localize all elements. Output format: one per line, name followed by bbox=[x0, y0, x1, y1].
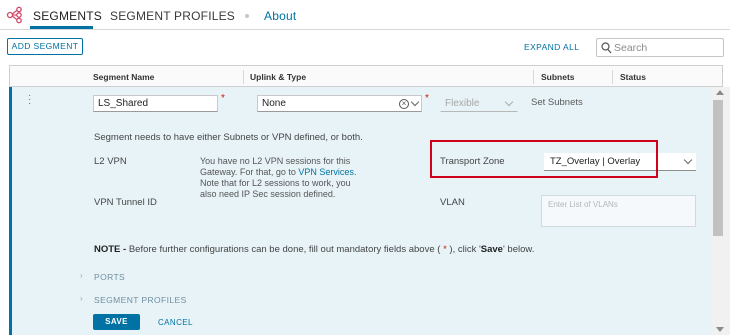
search-icon bbox=[601, 42, 612, 54]
ports-section-toggle[interactable]: PORTS bbox=[94, 272, 125, 282]
note-prefix: NOTE - bbox=[94, 244, 127, 255]
l2vpn-desc-line: Note that for L2 sessions to work, you bbox=[200, 178, 351, 188]
cancel-button[interactable]: CANCEL bbox=[158, 318, 193, 327]
column-header-uplink-type[interactable]: Uplink & Type bbox=[250, 72, 306, 82]
l2vpn-desc-line: . bbox=[353, 167, 357, 177]
l2vpn-desc-line: also need IP Sec session defined. bbox=[200, 189, 336, 199]
segments-network-icon bbox=[6, 6, 22, 24]
table-header: Segment Name Uplink & Type Subnets Statu… bbox=[9, 65, 723, 87]
l2vpn-desc-line: Gateway. For that, go to bbox=[200, 167, 296, 177]
tab-segment-profiles[interactable]: SEGMENT PROFILES bbox=[110, 9, 235, 23]
expand-all-button[interactable]: EXPAND ALL bbox=[524, 42, 579, 52]
tab-segments[interactable]: SEGMENTS bbox=[33, 9, 102, 23]
type-value: Flexible bbox=[445, 98, 480, 109]
column-header-subnets[interactable]: Subnets bbox=[541, 72, 575, 82]
tab-about[interactable]: About bbox=[264, 9, 296, 23]
l2vpn-description: You have no L2 VPN sessions for this Gat… bbox=[200, 156, 360, 200]
note-text: Before further configurations can be don… bbox=[126, 244, 444, 255]
active-tab-indicator bbox=[30, 26, 93, 29]
search-field[interactable] bbox=[596, 38, 724, 57]
required-marker: * bbox=[425, 93, 429, 104]
subnet-vpn-message: Segment needs to have either Subnets or … bbox=[94, 132, 363, 143]
add-segment-button[interactable]: ADD SEGMENT bbox=[7, 38, 83, 55]
vpn-services-link[interactable]: VPN Services bbox=[298, 167, 354, 177]
vpn-tunnel-id-label: VPN Tunnel ID bbox=[94, 197, 157, 208]
column-divider bbox=[533, 70, 534, 84]
expand-caret-icon[interactable]: › bbox=[80, 271, 83, 280]
segment-profiles-section-toggle[interactable]: SEGMENT PROFILES bbox=[94, 295, 187, 305]
note-save-word: Save bbox=[480, 244, 503, 255]
save-button[interactable]: SAVE bbox=[93, 314, 140, 330]
set-subnets-link[interactable]: Set Subnets bbox=[531, 97, 583, 108]
expand-caret-icon[interactable]: › bbox=[80, 294, 83, 303]
row-actions-icon[interactable]: · · · bbox=[28, 91, 32, 109]
vlan-field[interactable] bbox=[541, 195, 696, 227]
vlan-input[interactable] bbox=[542, 196, 695, 226]
top-navigation: SEGMENTS SEGMENT PROFILES About bbox=[0, 0, 730, 30]
uplink-select[interactable]: None bbox=[257, 95, 422, 112]
l2vpn-desc-line: You have no L2 VPN sessions for this bbox=[200, 156, 351, 166]
vlan-label: VLAN bbox=[440, 197, 465, 208]
column-header-segment-name[interactable]: Segment Name bbox=[93, 72, 154, 82]
column-divider bbox=[243, 70, 244, 84]
note-text: ' below. bbox=[502, 244, 535, 255]
clear-icon[interactable]: × bbox=[399, 99, 409, 109]
nav-separator-dot bbox=[245, 14, 249, 18]
column-divider bbox=[612, 70, 613, 84]
note-text: ), click ' bbox=[446, 244, 481, 255]
required-marker: * bbox=[221, 93, 225, 104]
uplink-value: None bbox=[262, 98, 286, 109]
scrollbar-thumb[interactable] bbox=[713, 100, 723, 236]
scroll-down-arrow-icon[interactable] bbox=[716, 327, 724, 332]
scroll-up-arrow-icon[interactable] bbox=[716, 90, 724, 95]
mandatory-fields-note: NOTE - Before further configurations can… bbox=[94, 244, 534, 255]
segment-name-input[interactable]: LS_Shared bbox=[93, 95, 218, 112]
highlight-annotation-box bbox=[430, 140, 658, 178]
column-header-status[interactable]: Status bbox=[620, 72, 646, 82]
l2vpn-label: L2 VPN bbox=[94, 156, 127, 167]
search-input[interactable] bbox=[614, 40, 720, 55]
